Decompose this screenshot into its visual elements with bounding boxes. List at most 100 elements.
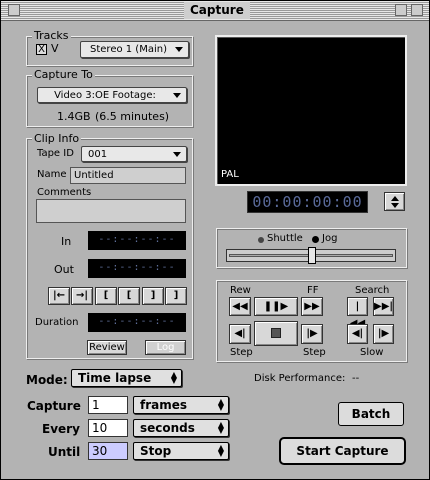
- mark-in-icon: [: [103, 290, 109, 301]
- stop-button[interactable]: [254, 321, 298, 346]
- capture-to-value: Video 3:OE Footage:: [54, 90, 156, 101]
- disk-performance-label: Disk Performance:: [254, 373, 346, 384]
- step-forward-button[interactable]: |▶: [301, 324, 323, 344]
- jog-slider-thumb[interactable]: [308, 247, 316, 264]
- rewind-button[interactable]: ◀◀: [229, 297, 251, 316]
- mark-out-alt-button[interactable]: ]: [165, 287, 187, 305]
- capture-label: Capture: [27, 399, 81, 413]
- every-unit-popup[interactable]: seconds ▲ ▼: [133, 419, 229, 437]
- mark-in-button[interactable]: [: [95, 287, 117, 305]
- play-pause-button[interactable]: ❚❚▶: [254, 297, 298, 316]
- slow-forward-icon: |▶: [377, 328, 390, 339]
- start-capture-button[interactable]: Start Capture: [279, 437, 406, 465]
- clip-info-legend: Clip Info: [32, 132, 82, 145]
- free-duration: (6.5 minutes): [95, 110, 170, 123]
- chevron-down-icon: [173, 93, 181, 98]
- up-down-arrows-icon: ▲ ▼: [217, 397, 224, 412]
- review-button[interactable]: Review: [87, 340, 127, 355]
- up-down-arrows-icon: ▲ ▼: [170, 370, 177, 385]
- timecode-stepper[interactable]: [384, 192, 405, 211]
- until-unit-popup[interactable]: Stop ▲ ▼: [133, 442, 229, 460]
- step-back-icon: ◀|: [234, 328, 246, 339]
- until-count-input[interactable]: 30: [88, 442, 128, 460]
- chevron-down-icon: [175, 47, 183, 52]
- mode-value: Time lapse: [78, 371, 152, 385]
- name-label: Name: [37, 169, 67, 180]
- arrow-up-icon: [391, 196, 399, 201]
- mode-popup[interactable]: Time lapse ▲ ▼: [71, 369, 182, 387]
- go-to-in-icon: |←: [52, 290, 66, 301]
- in-label: In: [61, 235, 72, 248]
- step-forward-icon: |▶: [306, 328, 318, 339]
- capture-count-input[interactable]: 1: [88, 396, 128, 414]
- capture-unit-popup[interactable]: frames ▲ ▼: [133, 396, 229, 414]
- go-to-in-button[interactable]: |←: [48, 287, 70, 305]
- jog-radio[interactable]: [312, 236, 319, 243]
- audio-track-value: Stereo 1 (Main): [90, 44, 167, 55]
- fast-forward-button[interactable]: ▶▶: [301, 297, 323, 316]
- comments-label: Comments: [37, 187, 92, 198]
- fast-forward-icon: ▶▶: [304, 301, 320, 312]
- duration-label: Duration: [35, 317, 79, 328]
- free-space: 1.4GB: [57, 110, 91, 123]
- up-down-arrows-icon: ▲ ▼: [217, 420, 224, 435]
- collapse-box-icon[interactable]: [411, 4, 423, 16]
- video-track-checkbox[interactable]: X: [36, 44, 47, 55]
- out-timecode[interactable]: --:--:--:--: [88, 259, 186, 278]
- step-back-button[interactable]: ◀|: [229, 324, 251, 344]
- capture-unit-value: frames: [140, 398, 188, 412]
- search-forward-icon: ▶▶|: [374, 301, 394, 312]
- close-box-icon[interactable]: [8, 4, 20, 16]
- rew-label: Rew: [230, 285, 251, 296]
- preview-format-label: PAL: [221, 169, 239, 180]
- jog-slider-track[interactable]: [226, 247, 396, 264]
- until-label: Until: [48, 445, 81, 459]
- ff-label: FF: [307, 285, 319, 296]
- comments-field[interactable]: [36, 199, 186, 223]
- current-timecode: 00:00:00:00: [247, 191, 368, 213]
- play-pause-icon: ❚❚▶: [263, 301, 289, 312]
- jog-label: Jog: [322, 233, 338, 244]
- capture-window: Capture Tracks X V Stereo 1 (Main) Captu…: [0, 0, 430, 480]
- rewind-icon: ◀◀: [232, 301, 248, 312]
- window-title: Capture: [184, 2, 250, 19]
- step-forward-label: Step: [303, 347, 326, 358]
- shuttle-label: Shuttle: [267, 233, 303, 244]
- search-back-button[interactable]: |◀◀: [347, 297, 368, 329]
- shuttle-radio[interactable]: [258, 237, 264, 243]
- go-to-out-icon: →|: [75, 290, 89, 301]
- tape-id-popup[interactable]: 001: [81, 146, 187, 162]
- clip-name-field[interactable]: Untitled: [70, 167, 186, 184]
- mark-in-alt-button[interactable]: [: [118, 287, 140, 305]
- step-back-label: Step: [230, 347, 253, 358]
- duration-timecode: --:--:--:--: [88, 313, 186, 332]
- batch-button[interactable]: Batch: [338, 402, 404, 426]
- disk-performance-value: --: [352, 373, 360, 384]
- slow-back-button[interactable]: ◀|: [347, 324, 368, 344]
- search-forward-button[interactable]: ▶▶|: [373, 297, 394, 316]
- title-bar[interactable]: Capture: [1, 1, 429, 21]
- capture-to-legend: Capture To: [32, 68, 95, 81]
- mark-out-button[interactable]: ]: [142, 287, 164, 305]
- mark-out-icon: ]: [173, 290, 179, 301]
- slow-back-icon: ◀|: [351, 328, 364, 339]
- every-label: Every: [42, 422, 80, 436]
- go-to-out-button[interactable]: →|: [71, 287, 93, 305]
- arrow-down-icon: [391, 203, 399, 208]
- capture-to-popup[interactable]: Video 3:OE Footage:: [37, 87, 187, 103]
- mode-label: Mode:: [26, 373, 68, 387]
- up-down-arrows-icon: ▲ ▼: [217, 443, 224, 458]
- tape-id-label: Tape ID: [37, 148, 74, 159]
- chevron-down-icon: [173, 152, 181, 157]
- until-unit-value: Stop: [140, 444, 172, 458]
- stop-icon: [271, 328, 281, 338]
- bracket-right-icon: ]: [150, 290, 156, 301]
- zoom-box-icon[interactable]: [395, 4, 407, 16]
- slow-forward-button[interactable]: |▶: [373, 324, 394, 344]
- audio-track-popup[interactable]: Stereo 1 (Main): [80, 41, 189, 58]
- bracket-left-icon: [: [126, 290, 132, 301]
- log-button[interactable]: Log: [145, 340, 186, 355]
- every-count-input[interactable]: 10: [88, 419, 128, 437]
- in-timecode[interactable]: --:--:--:--: [88, 231, 186, 250]
- video-track-label: V: [51, 42, 59, 55]
